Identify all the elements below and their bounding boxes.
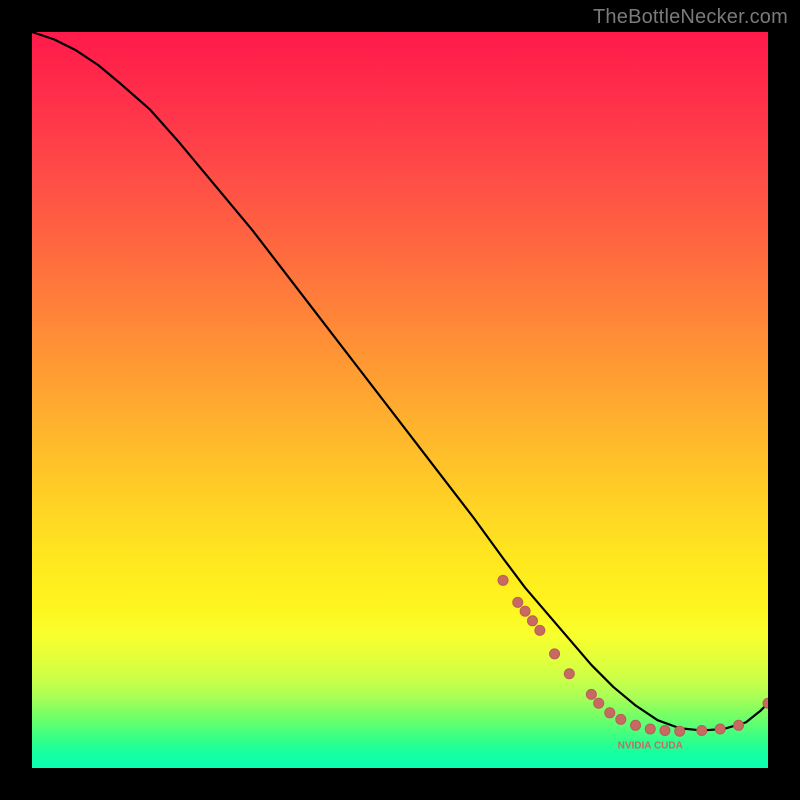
series-marker bbox=[675, 726, 685, 736]
series-marker bbox=[616, 714, 626, 724]
series-marker bbox=[605, 708, 615, 718]
series-marker bbox=[631, 720, 641, 730]
series-marker bbox=[660, 725, 670, 735]
series-label: NVIDIA CUDA bbox=[618, 741, 683, 752]
series-marker bbox=[715, 724, 725, 734]
series-marker bbox=[734, 720, 744, 730]
bottleneck-curve bbox=[32, 32, 768, 730]
series-marker bbox=[645, 724, 655, 734]
series-marker bbox=[564, 669, 574, 679]
series-marker bbox=[527, 616, 537, 626]
chart-frame: TheBottleNecker.com NVIDIA CUDA bbox=[0, 0, 800, 800]
watermark-text: TheBottleNecker.com bbox=[593, 6, 788, 29]
series-marker bbox=[550, 649, 560, 659]
plot-area: NVIDIA CUDA bbox=[32, 32, 768, 768]
series-marker bbox=[520, 606, 530, 616]
series-marker bbox=[498, 575, 508, 585]
series-marker bbox=[697, 725, 707, 735]
chart-overlay: NVIDIA CUDA bbox=[32, 32, 768, 768]
series-marker bbox=[594, 698, 604, 708]
series-marker bbox=[586, 689, 596, 699]
series-marker bbox=[513, 597, 523, 607]
series-marker bbox=[535, 625, 545, 635]
